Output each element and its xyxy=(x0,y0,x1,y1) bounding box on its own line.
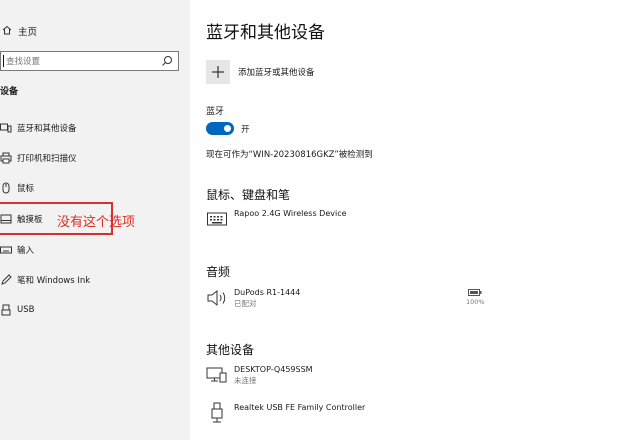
sidebar-item-label: 打印机和扫描仪 xyxy=(17,154,77,164)
search-placeholder: 查找设置 xyxy=(6,57,41,67)
annotation-text: 没有这个选项 xyxy=(57,215,136,230)
usb-icon xyxy=(0,304,12,316)
sidebar-item-label: 蓝牙和其他设备 xyxy=(17,124,77,134)
sidebar-item-bluetooth[interactable]: 蓝牙和其他设备 xyxy=(0,118,77,138)
add-device-row[interactable]: 添加蓝牙或其他设备 xyxy=(206,60,315,84)
bluetooth-toggle[interactable] xyxy=(206,122,234,135)
group-heading-input: 鼠标、键盘和笔 xyxy=(206,188,291,202)
sidebar-item-typing[interactable]: 输入 xyxy=(0,240,34,260)
toggle-knob xyxy=(224,125,231,132)
usb-device-icon xyxy=(206,402,228,424)
computer-icon xyxy=(206,364,228,386)
device-status: 未连接 xyxy=(234,376,257,385)
discoverable-text: 现在可作为“WIN-20230816GKZ”被检测到 xyxy=(206,150,373,160)
sidebar-item-usb[interactable]: USB xyxy=(0,300,34,320)
bluetooth-label: 蓝牙 xyxy=(206,107,225,117)
sidebar-item-mouse[interactable]: 鼠标 xyxy=(0,178,34,198)
device-status: 已配对 xyxy=(234,299,257,308)
plus-icon xyxy=(212,66,224,78)
battery-indicator: 100% xyxy=(466,289,485,306)
sidebar-item-printers[interactable]: 打印机和扫描仪 xyxy=(0,148,77,168)
main-content: 蓝牙和其他设备 添加蓝牙或其他设备 蓝牙 开 现在可作为“WIN-2023081… xyxy=(190,0,627,440)
mouse-icon xyxy=(0,182,12,194)
toggle-state-label: 开 xyxy=(241,124,250,135)
battery-icon xyxy=(468,289,482,296)
text-caret xyxy=(3,55,4,67)
bluetooth-toggle-row: 开 xyxy=(206,122,250,135)
group-heading-other: 其他设备 xyxy=(206,343,255,357)
pen-icon xyxy=(0,274,12,286)
group-heading-audio: 音频 xyxy=(206,265,231,279)
sidebar-item-pen[interactable]: 笔和 Windows Ink xyxy=(0,270,90,290)
search-icon[interactable] xyxy=(159,53,175,69)
sidebar-item-label: 输入 xyxy=(17,246,35,256)
page-title: 蓝牙和其他设备 xyxy=(206,23,325,43)
device-name: DESKTOP-Q459SSM xyxy=(234,365,313,374)
device-name: DuPods R1-1444 xyxy=(234,288,301,297)
device-dupods[interactable]: DuPods R1-1444 已配对 xyxy=(206,287,300,309)
add-device-button[interactable] xyxy=(206,60,230,84)
device-rapoo[interactable]: Rapoo 2.4G Wireless Device xyxy=(206,208,347,230)
device-name: Rapoo 2.4G Wireless Device xyxy=(234,209,347,218)
sidebar-item-label: 鼠标 xyxy=(17,184,35,194)
battery-percent: 100% xyxy=(466,298,485,306)
device-desktop[interactable]: DESKTOP-Q459SSM 未连接 xyxy=(206,364,313,386)
bluetooth-devices-icon xyxy=(0,122,12,134)
nav-home[interactable]: 主页 xyxy=(0,22,37,40)
device-name: Realtek USB FE Family Controller xyxy=(234,403,366,412)
speaker-icon xyxy=(206,287,228,309)
sidebar-item-label: USB xyxy=(17,305,35,315)
keyboard-icon xyxy=(0,244,12,256)
nav-home-label: 主页 xyxy=(18,27,38,38)
add-device-label: 添加蓝牙或其他设备 xyxy=(238,68,315,78)
section-heading-devices: 设备 xyxy=(0,87,19,97)
home-icon xyxy=(0,25,14,38)
sidebar: 主页 查找设置 设备 蓝牙和其他设备 打印机和扫描仪 鼠标 触摸板 输入 笔和 … xyxy=(0,0,190,440)
sidebar-item-label: 笔和 Windows Ink xyxy=(17,276,91,286)
device-realtek[interactable]: Realtek USB FE Family Controller xyxy=(206,402,365,424)
keyboard-icon xyxy=(206,208,228,230)
printer-icon xyxy=(0,152,12,164)
search-input[interactable]: 查找设置 xyxy=(0,51,179,71)
